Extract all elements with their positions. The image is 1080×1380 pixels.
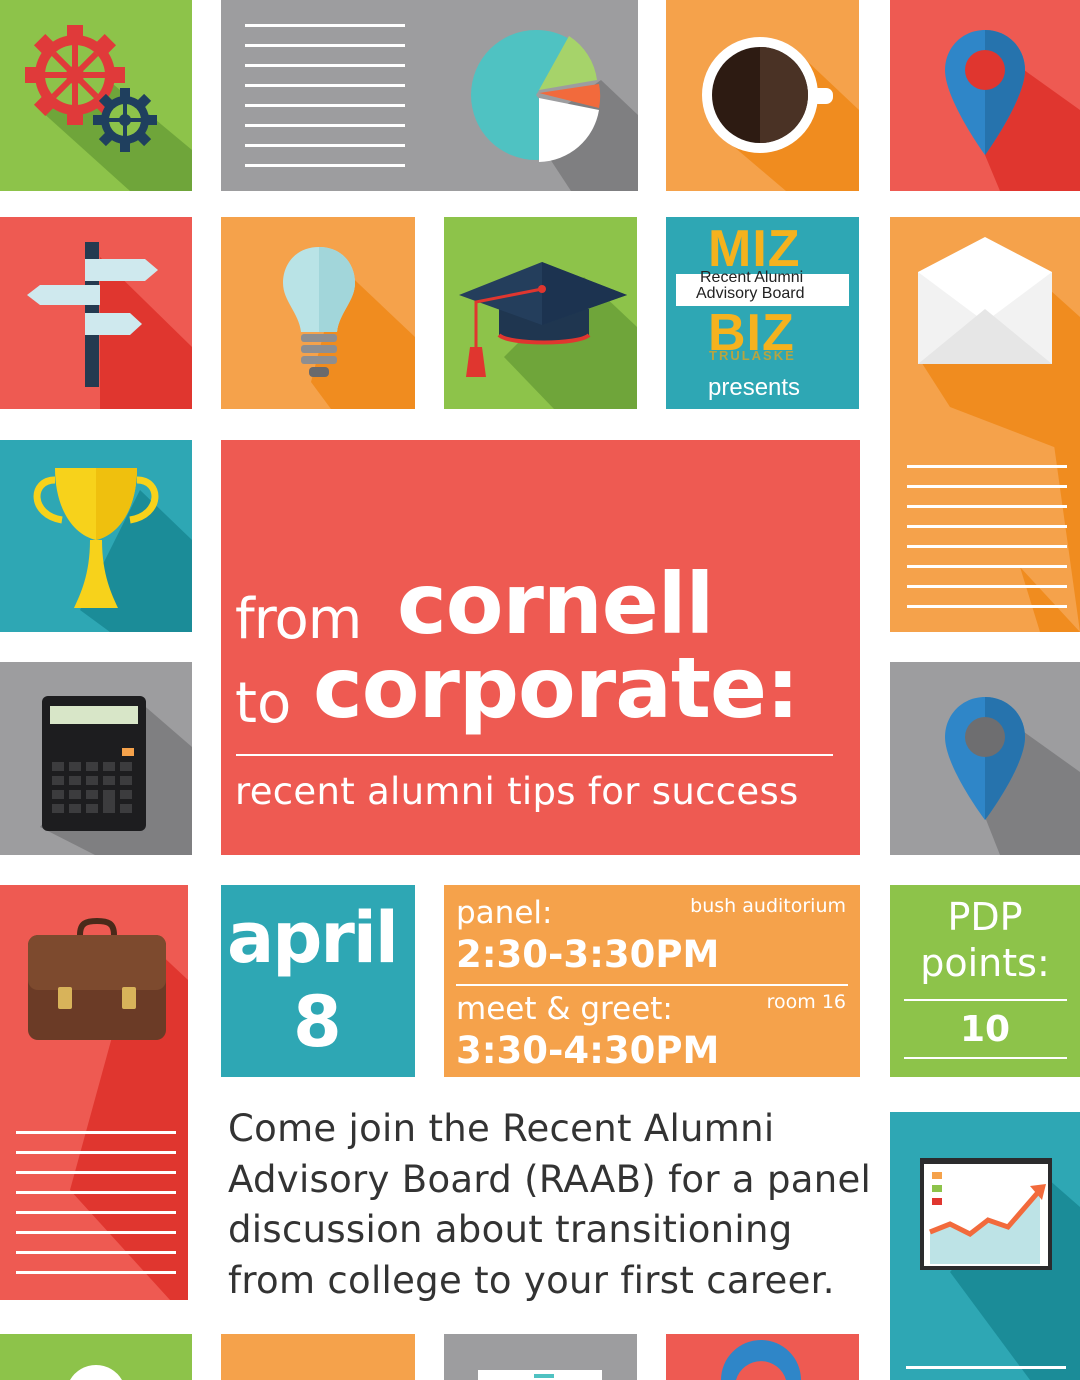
envelope-tile [890, 217, 1080, 632]
date-tile: april 8 [221, 885, 415, 1077]
map-pin-tile-top [890, 0, 1080, 191]
trophy-tile [0, 440, 192, 632]
gears-tile [0, 0, 192, 191]
title-panel: from cornell to corporate: recent alumni… [221, 440, 860, 855]
panel-label: panel: [456, 895, 553, 931]
miz-biz-logo-tile: MIZ Recent Alumni Advisory Board BIZ TRU… [666, 217, 859, 409]
lightbulb-icon [283, 247, 415, 409]
coffee-tile [666, 0, 859, 191]
bottom-tile-3 [444, 1334, 637, 1380]
logo-presents: presents [708, 374, 801, 401]
schedule-divider [456, 984, 848, 986]
meet-location: room 16 [766, 991, 846, 1013]
graduation-tile [444, 217, 637, 409]
pdp-label-line1: PDP [947, 895, 1023, 939]
partial-card-icon [478, 1370, 602, 1380]
briefcase-icon [16, 917, 188, 1300]
bottom-tile-4 [666, 1334, 859, 1380]
signpost-tile [0, 217, 192, 409]
envelope-icon [907, 237, 1080, 632]
bottom-tile-2 [221, 1334, 415, 1380]
logo-trulaske: TRULASKE [709, 348, 796, 363]
date-day: 8 [293, 981, 342, 1063]
partial-circle-icon [70, 1364, 122, 1380]
description-line-2: Advisory Board (RAAB) for a panel [228, 1157, 872, 1201]
pie-chart-icon [471, 29, 601, 162]
panel-time: 2:30-3:30PM [456, 933, 720, 976]
pdp-divider-top [904, 999, 1067, 1001]
coffee-cup-icon [702, 37, 859, 191]
gears-icon [25, 25, 192, 191]
graduation-cap-icon [459, 262, 637, 409]
title-divider [236, 754, 833, 756]
description-line-4: from college to your first career. [228, 1258, 835, 1302]
meet-label: meet & greet: [456, 991, 673, 1027]
map-pin-icon [945, 697, 1080, 855]
pdp-tile: PDP points: 10 [890, 885, 1080, 1077]
event-description: Come join the Recent Alumni Advisory Boa… [228, 1104, 878, 1306]
document-chart-tile [221, 0, 638, 191]
presentation-chart-icon [906, 1158, 1080, 1380]
meet-time: 3:30-4:30PM [456, 1029, 720, 1072]
map-pin-tile-middle [890, 662, 1080, 855]
pdp-value: 10 [959, 1009, 1011, 1050]
briefcase-tile [0, 885, 188, 1300]
calculator-icon [40, 696, 192, 855]
title-corporate: corporate: [313, 639, 800, 737]
trophy-icon [33, 468, 192, 632]
calculator-tile [0, 662, 192, 855]
map-pin-icon [945, 30, 1080, 191]
panel-location: bush auditorium [690, 895, 846, 917]
description-line-3: discussion about transitioning [228, 1208, 793, 1251]
title-subtitle: recent alumni tips for success [235, 770, 799, 813]
document-lines-icon [245, 24, 638, 191]
description-line-1: Come join the Recent Alumni [228, 1107, 775, 1150]
pdp-divider-bottom [904, 1057, 1067, 1059]
signpost-icon [27, 242, 192, 409]
partial-globe-icon [721, 1340, 801, 1380]
lightbulb-tile [221, 217, 415, 409]
bottom-tile-1 [0, 1334, 192, 1380]
title-to: to [235, 671, 292, 736]
schedule-tile: panel: bush auditorium 2:30-3:30PM meet … [444, 885, 860, 1077]
pdp-label-line2: points: [920, 941, 1050, 985]
logo-band-line2: Advisory Board [696, 285, 805, 302]
date-month: april [227, 897, 399, 979]
presentation-tile [890, 1112, 1080, 1380]
